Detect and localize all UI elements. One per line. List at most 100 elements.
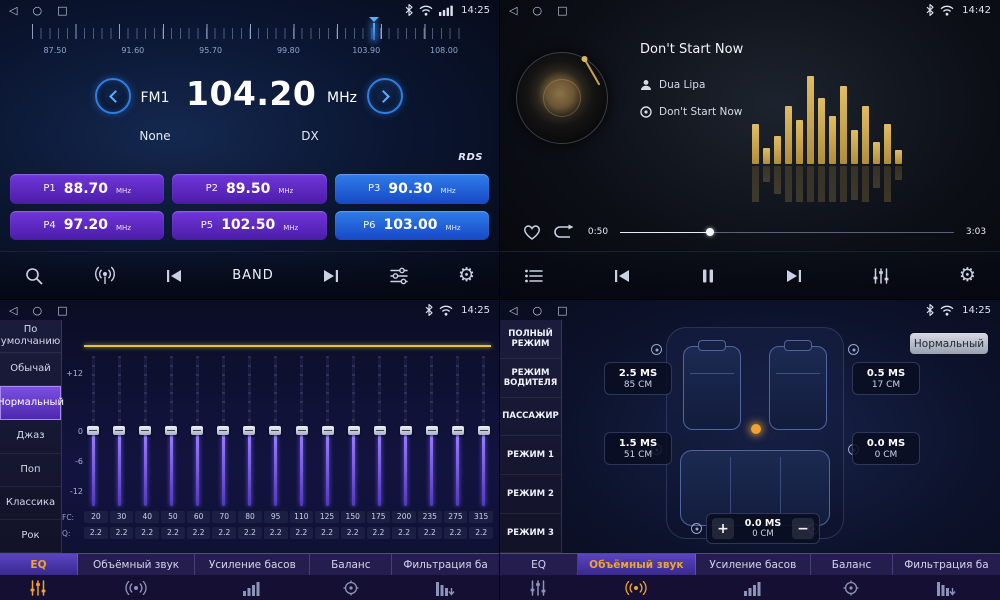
tab-filter[interactable]: Фильтрация ба <box>392 554 499 575</box>
mode-item-2[interactable]: РЕЖИМ 2 <box>500 475 561 514</box>
eq-band-slider[interactable] <box>425 356 439 506</box>
tab-icon-bass[interactable] <box>695 575 811 600</box>
tuner-settings-button[interactable] <box>389 267 409 285</box>
back-icon[interactable]: ◁ <box>9 305 17 316</box>
back-icon[interactable]: ◁ <box>509 305 517 316</box>
broadcast-button[interactable] <box>93 266 117 286</box>
eq-preset-item-selected[interactable]: Нормальный <box>0 386 61 420</box>
home-icon[interactable]: ○ <box>532 305 542 316</box>
progress-bar[interactable] <box>620 227 954 237</box>
preset-button-p3[interactable]: P390.30MHz <box>335 174 489 204</box>
delay-card-front-left[interactable]: 2.5 MS 85 CM <box>604 362 672 395</box>
repeat-button[interactable] <box>552 224 576 240</box>
delay-decrease-button[interactable]: − <box>792 518 814 539</box>
eq-band-slider[interactable] <box>242 356 256 506</box>
preset-button-p4[interactable]: P497.20MHz <box>10 211 164 241</box>
sound-profile-button[interactable]: Нормальный <box>910 333 988 354</box>
tab-surround[interactable]: Объёмный звук <box>78 554 195 575</box>
tab-balance[interactable]: Баланс <box>310 554 392 575</box>
home-icon[interactable]: ○ <box>532 5 542 16</box>
eq-preset-item[interactable]: Классика <box>0 487 61 520</box>
eq-band-slider[interactable] <box>216 356 230 506</box>
mode-item-full[interactable]: ПОЛНЫЙ РЕЖИМ <box>500 320 561 359</box>
eq-preset-item[interactable]: Обычай <box>0 353 61 386</box>
home-icon[interactable]: ○ <box>32 305 42 316</box>
eq-band-slider[interactable] <box>321 356 335 506</box>
delay-card-front-right[interactable]: 0.5 MS 17 CM <box>852 362 920 395</box>
recents-icon[interactable]: □ <box>557 5 567 16</box>
tab-icon-bass[interactable] <box>195 575 311 600</box>
preset-button-p6[interactable]: P6103.00MHz <box>335 211 489 241</box>
eq-band-slider[interactable] <box>190 356 204 506</box>
eq-band-slider[interactable] <box>138 356 152 506</box>
playlist-button[interactable] <box>524 268 544 284</box>
next-track-button[interactable] <box>785 269 803 283</box>
favorite-button[interactable] <box>522 223 542 241</box>
fc-value: 30 <box>110 511 134 523</box>
eq-band-slider[interactable] <box>164 356 178 506</box>
tune-down-button[interactable] <box>95 78 131 114</box>
recents-icon[interactable]: □ <box>57 305 67 316</box>
search-button[interactable] <box>24 266 44 286</box>
mode-item-driver[interactable]: РЕЖИМ ВОДИТЕЛЯ <box>500 359 561 398</box>
eq-preset-item[interactable]: Поп <box>0 454 61 487</box>
eq-preset-sidebar: По умолчанию Обычай Нормальный Джаз Поп … <box>0 320 62 553</box>
delay-card-rear-right[interactable]: 0.0 MS 0 CM <box>852 432 920 465</box>
eq-band-slider[interactable] <box>268 356 282 506</box>
preset-button-p1[interactable]: P188.70MHz <box>10 174 164 204</box>
eq-band-slider[interactable] <box>86 356 100 506</box>
previous-track-button[interactable] <box>613 269 631 283</box>
eq-band-slider[interactable] <box>112 356 126 506</box>
tab-balance[interactable]: Баланс <box>811 554 893 575</box>
tab-eq[interactable]: EQ <box>0 554 78 575</box>
tab-icon-surround[interactable] <box>77 575 195 600</box>
previous-station-button[interactable] <box>165 269 183 283</box>
preset-button-p2[interactable]: P289.50MHz <box>172 174 326 204</box>
eq-band-slider[interactable] <box>477 356 491 506</box>
recents-icon[interactable]: □ <box>57 5 67 16</box>
recents-icon[interactable]: □ <box>557 305 567 316</box>
tab-bass-boost[interactable]: Усиление басов <box>195 554 310 575</box>
equalizer-button[interactable] <box>872 267 890 285</box>
home-icon[interactable]: ○ <box>32 5 42 16</box>
seat-front-right[interactable] <box>769 346 827 430</box>
mode-item-1[interactable]: РЕЖИМ 1 <box>500 436 561 475</box>
tab-eq[interactable]: EQ <box>500 554 578 575</box>
tab-icon-eq[interactable] <box>0 575 77 600</box>
tune-up-button[interactable] <box>367 78 403 114</box>
eq-preset-item[interactable]: Джаз <box>0 420 61 453</box>
mode-item-3[interactable]: РЕЖИМ 3 <box>500 514 561 553</box>
next-station-button[interactable] <box>322 269 340 283</box>
tab-icon-filter[interactable] <box>892 575 1000 600</box>
back-icon[interactable]: ◁ <box>9 5 17 16</box>
tab-icon-filter[interactable] <box>391 575 499 600</box>
eq-band-slider[interactable] <box>399 356 413 506</box>
tab-filter[interactable]: Фильтрация ба <box>893 554 1000 575</box>
tuning-indicator[interactable] <box>373 23 375 40</box>
pause-button[interactable] <box>700 268 716 284</box>
mode-item-passenger[interactable]: ПАССАЖИР <box>500 398 561 437</box>
preset-button-p5[interactable]: P5102.50MHz <box>172 211 326 241</box>
eq-band-slider[interactable] <box>373 356 387 506</box>
back-icon[interactable]: ◁ <box>509 5 517 16</box>
artist-name: Dua Lipa <box>659 79 705 91</box>
tab-icon-surround[interactable] <box>577 575 695 600</box>
eq-preset-item[interactable]: Рок <box>0 520 61 553</box>
system-tray: 14:25 <box>425 304 490 316</box>
tab-icon-balance[interactable] <box>310 575 391 600</box>
progress-knob[interactable] <box>706 228 714 236</box>
tab-surround[interactable]: Объёмный звук <box>578 554 695 575</box>
tab-icon-eq[interactable] <box>500 575 577 600</box>
seat-front-left[interactable] <box>683 346 741 430</box>
eq-band-slider[interactable] <box>347 356 361 506</box>
settings-button[interactable]: ⚙ <box>959 266 976 285</box>
tab-bass-boost[interactable]: Усиление басов <box>696 554 812 575</box>
delay-increase-button[interactable]: + <box>712 518 734 539</box>
delay-card-rear-left[interactable]: 1.5 MS 51 CM <box>604 432 672 465</box>
eq-preset-item[interactable]: По умолчанию <box>0 320 61 353</box>
tab-icon-balance[interactable] <box>811 575 892 600</box>
eq-band-slider[interactable] <box>451 356 465 506</box>
eq-band-slider[interactable] <box>295 356 309 506</box>
band-button[interactable]: BAND <box>232 268 274 283</box>
settings-button[interactable]: ⚙ <box>458 266 475 285</box>
